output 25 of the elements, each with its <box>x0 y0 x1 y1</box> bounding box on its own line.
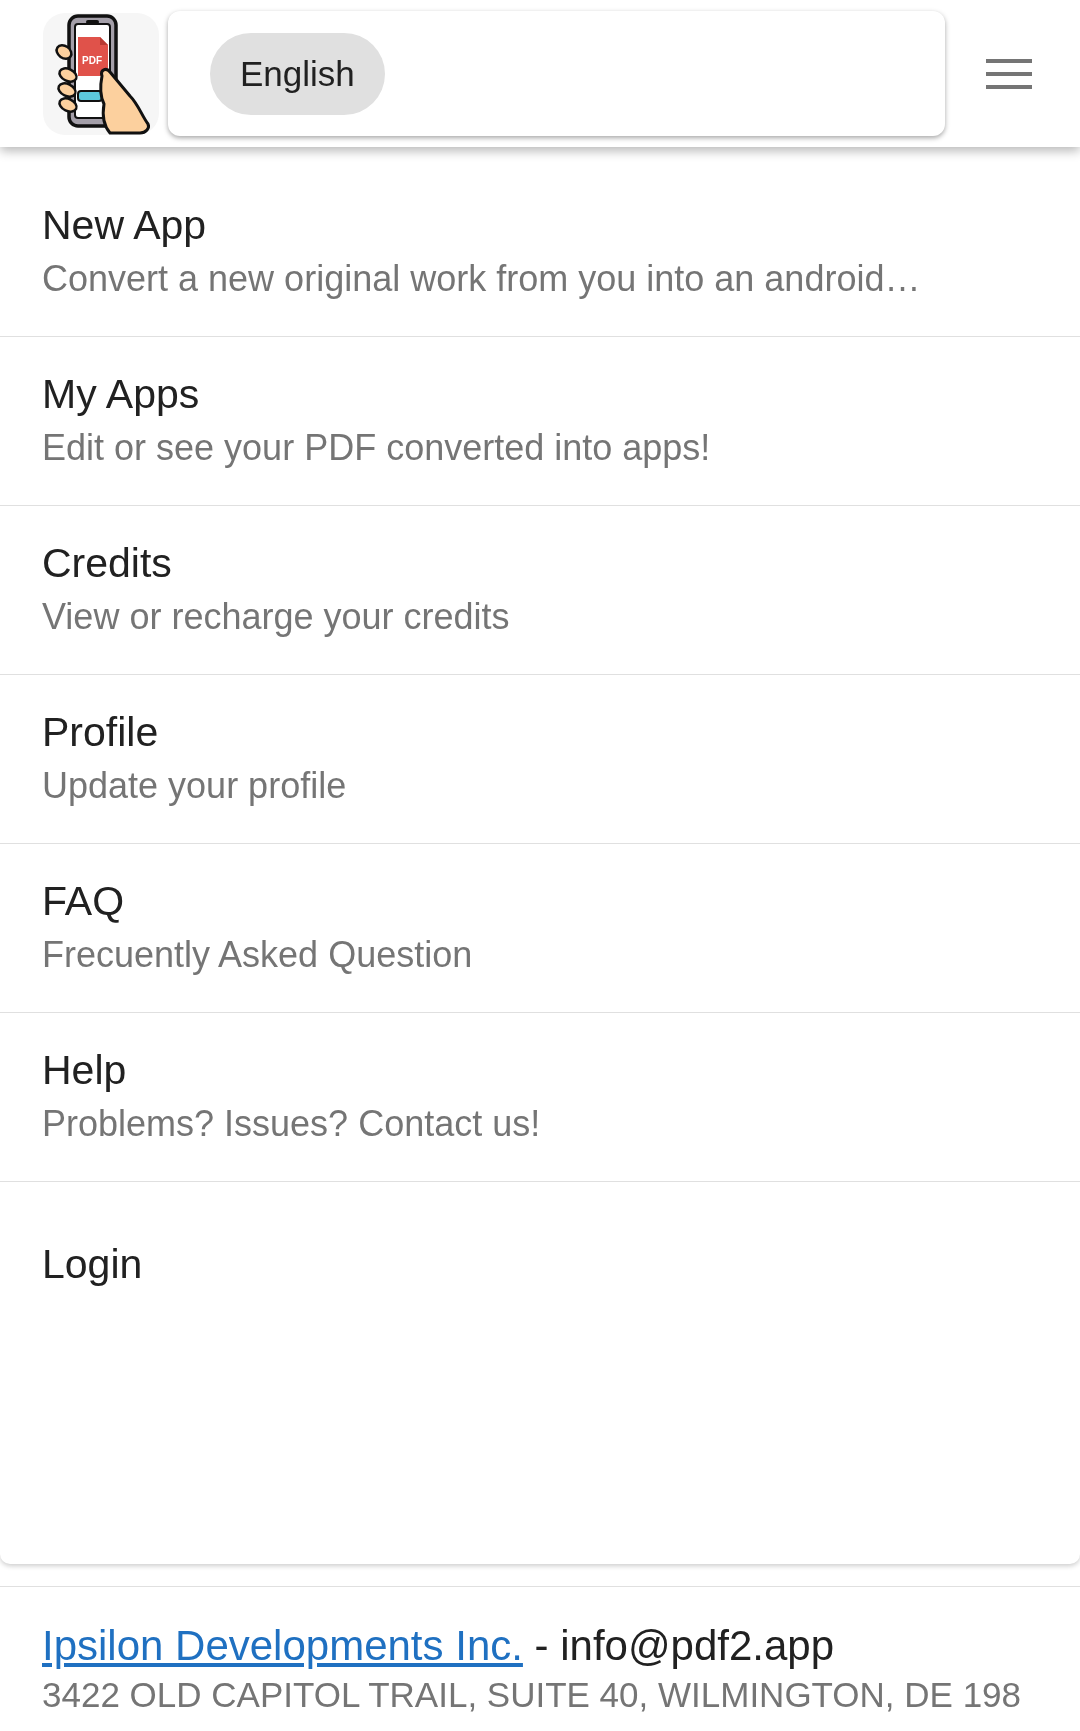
menu-item[interactable]: Help Problems? Issues? Contact us! <box>0 1013 1080 1182</box>
address-text: 3422 OLD CAPITOL TRAIL, SUITE 40, WILMINGTON, DE 198 <box>42 1674 1023 1716</box>
menu-item[interactable]: New App Convert a new original work from you into an android… <box>0 168 1080 337</box>
menu-item-description: View or recharge your credits <box>42 595 511 639</box>
menu-item-description: Update your profile <box>42 764 348 808</box>
menu-item-title: Credits <box>42 539 173 587</box>
menu-item-description: Edit or see your PDF converted into apps! <box>42 426 712 470</box>
menu-item-title: New App <box>42 201 208 249</box>
contact-line: Ipsilon Developments Inc. - info@pdf2.app <box>42 1622 836 1670</box>
menu-item-title: Profile <box>42 708 160 756</box>
menu-item[interactable]: My Apps Edit or see your PDF converted into apps! <box>0 337 1080 506</box>
menu-item[interactable]: Credits View or recharge your credits <box>0 506 1080 675</box>
menu-item[interactable]: Profile Update your profile <box>0 675 1080 844</box>
menu-item-description: Convert a new original work from you into an android… <box>42 257 922 301</box>
menu-item-description: Problems? Issues? Contact us! <box>42 1102 542 1146</box>
menu-item[interactable]: FAQ Frecuently Asked Question <box>0 844 1080 1013</box>
menu-item-title: FAQ <box>42 877 126 925</box>
menu-icon[interactable] <box>986 58 1032 89</box>
phone-pdf-logo: PDF <box>42 11 160 136</box>
menu-item-title: My Apps <box>42 370 201 418</box>
company-link[interactable]: Ipsilon Developments Inc. <box>42 1622 523 1669</box>
menu-item-title: Help <box>42 1046 128 1094</box>
language-button[interactable]: English <box>210 32 385 115</box>
menu-item-description: Frecuently Asked Question <box>42 933 474 977</box>
login-link[interactable]: Login <box>42 1240 143 1288</box>
